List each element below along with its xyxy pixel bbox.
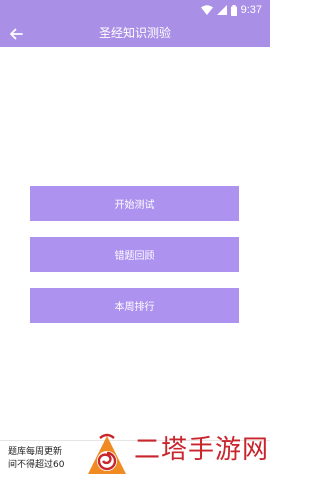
watermark-text: 二塔手游网 [134,435,270,465]
weekly-ranking-button[interactable]: 本周排行 [30,288,239,323]
start-test-button[interactable]: 开始测试 [30,186,239,221]
back-button[interactable] [6,24,26,44]
signal-icon [216,5,227,15]
arrow-left-icon [10,28,23,40]
status-time: 9:37 [240,4,262,16]
notice-text: 题库每周更新 间不得超过60 [8,446,72,474]
wifi-icon [200,5,213,15]
spiral-logo-icon [88,433,126,474]
app-bar: 圣经知识测验 [0,20,270,47]
notice-line-2: 间不得超过60 [8,460,65,470]
notice-line-1: 题库每周更新 [8,447,63,457]
status-bar: 9:37 [0,0,270,20]
wrong-review-button[interactable]: 错题回顾 [30,237,239,272]
status-icons: 9:37 [200,2,262,18]
battery-icon [230,4,237,16]
page-title: 圣经知识测验 [98,26,171,40]
